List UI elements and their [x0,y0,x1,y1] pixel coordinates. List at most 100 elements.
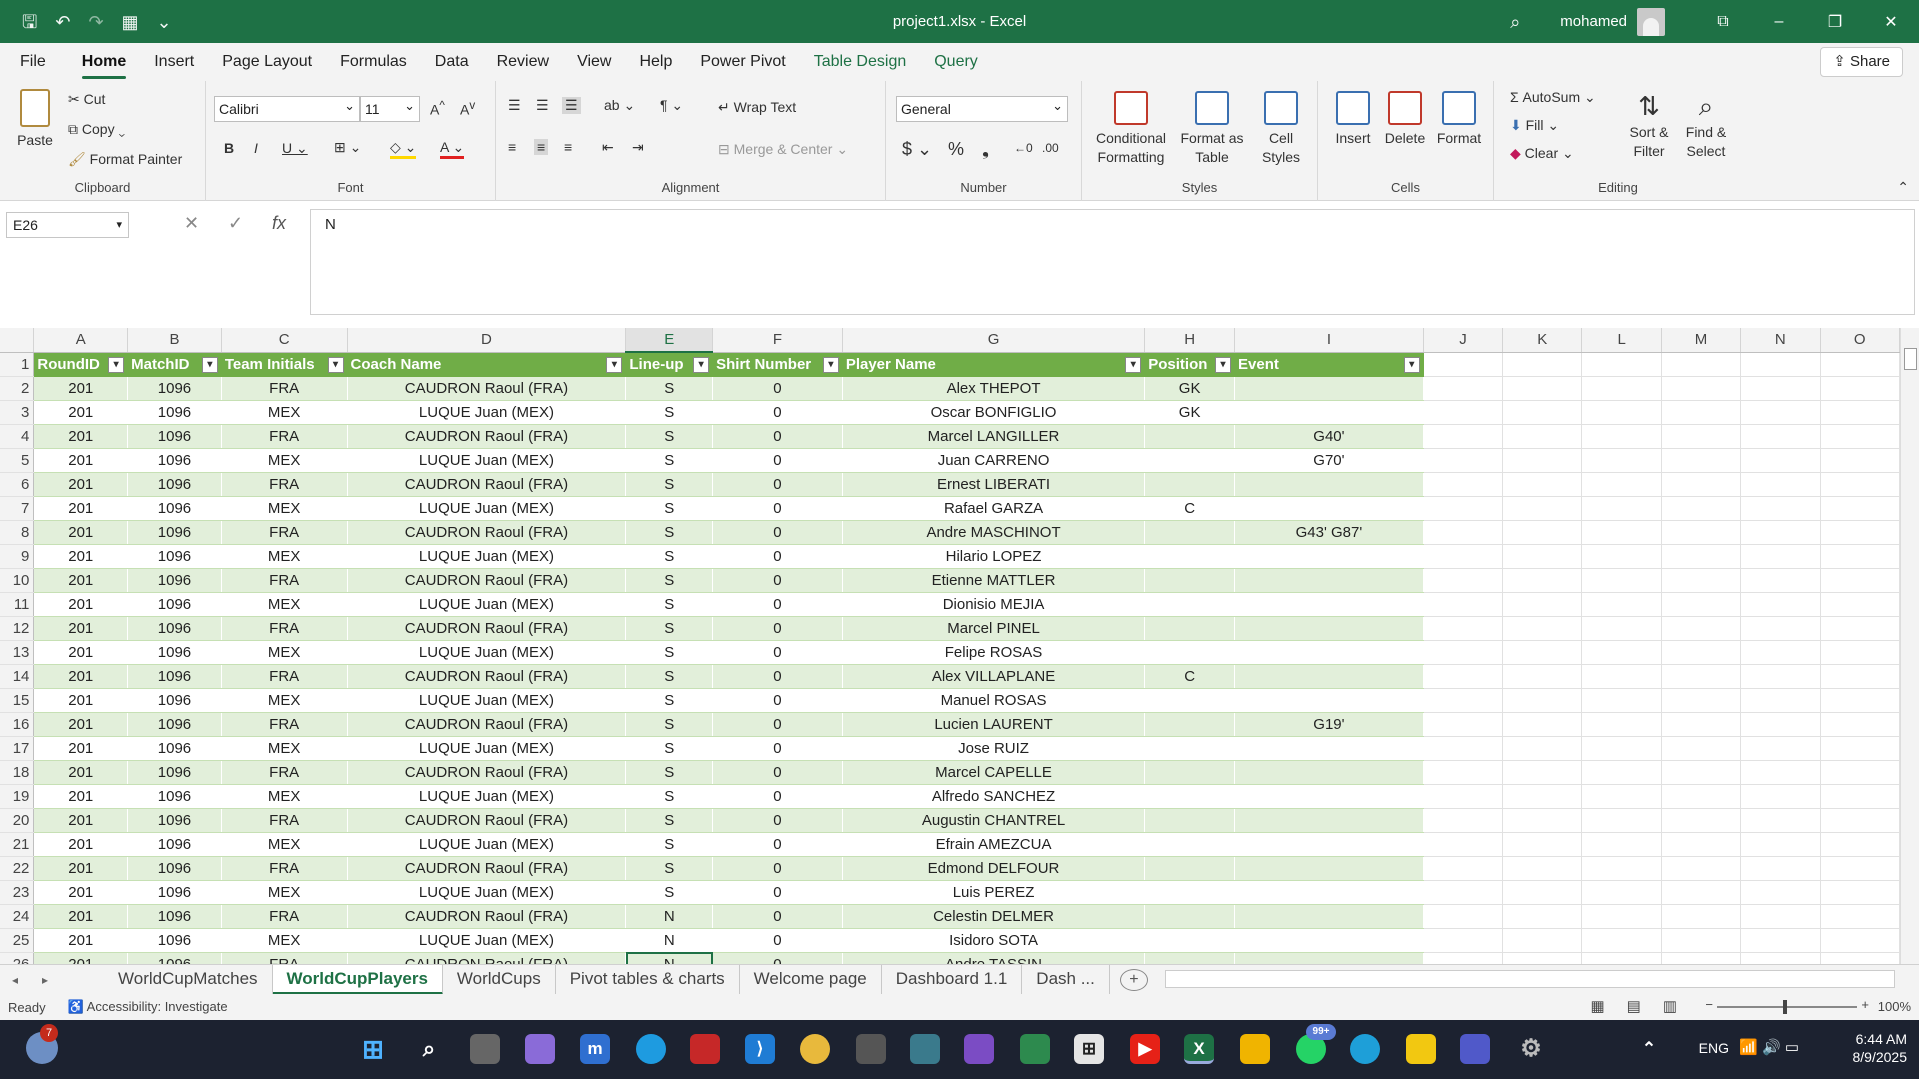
filter-dropdown-icon[interactable]: ▾ [1403,356,1420,373]
empty-cell[interactable] [1661,712,1742,737]
empty-cell[interactable] [1661,688,1742,713]
empty-cell[interactable] [1581,760,1662,785]
empty-cell[interactable] [1502,736,1583,761]
empty-cell[interactable] [1581,880,1662,905]
table-cell[interactable] [1234,664,1424,689]
table-cell[interactable]: 1096 [127,592,222,617]
decrease-indent-icon[interactable]: ⇤ [602,139,614,156]
table-column-header[interactable]: Coach Name ▾ [347,352,627,377]
table-cell[interactable]: 201 [33,496,129,521]
table-cell[interactable]: MEX [221,688,348,713]
table-cell[interactable] [1234,736,1424,761]
empty-cell[interactable] [1820,352,1900,377]
table-cell[interactable]: S [625,784,714,809]
empty-cell[interactable] [1820,808,1900,833]
table-cell[interactable]: 1096 [127,688,222,713]
save-icon[interactable]: 🖫 [22,12,37,32]
table-cell[interactable]: LUQUE Juan (MEX) [347,448,627,473]
close-icon[interactable]: ✕ [1863,12,1919,32]
row-header[interactable]: 24 [0,904,35,929]
table-cell[interactable]: G19' [1234,712,1424,737]
table-cell[interactable]: 201 [33,832,129,857]
row-header[interactable]: 13 [0,640,35,665]
table-cell[interactable]: Alfredo SANCHEZ [842,784,1146,809]
empty-cell[interactable] [1423,760,1504,785]
calculator-icon[interactable] [856,1034,886,1064]
table-cell[interactable]: 0 [712,544,843,569]
chat-app-icon[interactable] [636,1034,666,1064]
empty-cell[interactable] [1740,856,1821,881]
fill-color-icon[interactable]: ◇ ⌄ [390,139,417,159]
minimize-icon[interactable]: – [1751,13,1807,31]
wifi-volume-battery-icon[interactable]: 📶 🔊 ▭ [1739,1038,1799,1056]
delete-cells-button[interactable]: Delete [1380,91,1430,148]
column-header[interactable]: L [1581,328,1662,353]
empty-cell[interactable] [1423,688,1504,713]
empty-cell[interactable] [1581,448,1662,473]
table-cell[interactable] [1234,544,1424,569]
table-cell[interactable] [1144,904,1235,929]
sheet-tab-worldcupplayers[interactable]: WorldCupPlayers [272,964,443,995]
tab-table-design[interactable]: Table Design [800,43,921,81]
table-cell[interactable]: CAUDRON Raoul (FRA) [347,520,627,545]
table-cell[interactable]: S [625,736,714,761]
table-cell[interactable] [1144,688,1235,713]
column-header[interactable]: K [1502,328,1583,353]
table-cell[interactable]: FRA [221,904,348,929]
increase-decimal-icon[interactable]: ←0 [1014,141,1033,155]
empty-cell[interactable] [1820,616,1900,641]
align-bottom-icon[interactable]: ☰ [562,97,581,114]
table-cell[interactable] [1234,592,1424,617]
table-cell[interactable]: 201 [33,760,129,785]
table-cell[interactable]: LUQUE Juan (MEX) [347,544,627,569]
empty-cell[interactable] [1740,832,1821,857]
filter-dropdown-icon[interactable]: ▾ [1215,356,1231,373]
table-cell[interactable]: S [625,496,714,521]
empty-cell[interactable] [1502,856,1583,881]
empty-cell[interactable] [1423,736,1504,761]
empty-cell[interactable] [1820,520,1900,545]
table-cell[interactable] [1234,400,1424,425]
empty-cell[interactable] [1740,400,1821,425]
filter-dropdown-icon[interactable]: ▾ [1125,356,1142,373]
teams-icon[interactable] [1460,1034,1490,1064]
table-cell[interactable]: 1096 [127,952,222,964]
column-header[interactable]: G [842,328,1146,353]
zoom-slider[interactable] [1717,1000,1857,1014]
settings-taskbar-icon[interactable]: ⚙ [1516,1034,1546,1064]
filter-dropdown-icon[interactable]: ▾ [693,357,710,373]
table-cell[interactable] [1144,712,1235,737]
table-cell[interactable]: 201 [33,712,129,737]
table-cell[interactable]: S [625,424,714,449]
empty-cell[interactable] [1740,784,1821,809]
avatar[interactable] [1637,7,1665,36]
table-cell[interactable]: 201 [33,520,129,545]
font-color-icon[interactable]: A ⌄ [440,139,465,159]
row-header[interactable]: 20 [0,808,35,833]
zoom-level[interactable]: 100% [1878,999,1911,1014]
empty-cell[interactable] [1423,640,1504,665]
accessibility-status[interactable]: ♿ Accessibility: Investigate [68,999,228,1015]
table-cell[interactable]: 0 [712,664,843,689]
clear-button[interactable]: ◆ Clear ⌄ [1510,145,1574,162]
tab-query[interactable]: Query [920,43,992,81]
table-cell[interactable]: G43' G87' [1234,520,1424,545]
row-header[interactable]: 18 [0,760,35,785]
store-icon[interactable]: ⊞ [1074,1034,1104,1064]
row-header[interactable]: 14 [0,664,35,689]
table-cell[interactable]: 0 [712,688,843,713]
table-cell[interactable]: MEX [221,784,348,809]
table-cell[interactable]: 0 [712,376,843,401]
empty-cell[interactable] [1661,616,1742,641]
empty-cell[interactable] [1740,352,1821,377]
empty-cell[interactable] [1740,592,1821,617]
table-cell[interactable]: 201 [33,928,129,953]
empty-cell[interactable] [1820,544,1900,569]
row-header[interactable]: 21 [0,832,35,857]
table-cell[interactable]: 0 [712,832,843,857]
filter-dropdown-icon[interactable]: ▾ [108,356,125,373]
horizontal-scrollbar[interactable] [1165,970,1895,988]
table-cell[interactable]: CAUDRON Raoul (FRA) [347,424,627,449]
table-cell[interactable]: Augustin CHANTREL [842,808,1146,833]
empty-cell[interactable] [1502,592,1583,617]
